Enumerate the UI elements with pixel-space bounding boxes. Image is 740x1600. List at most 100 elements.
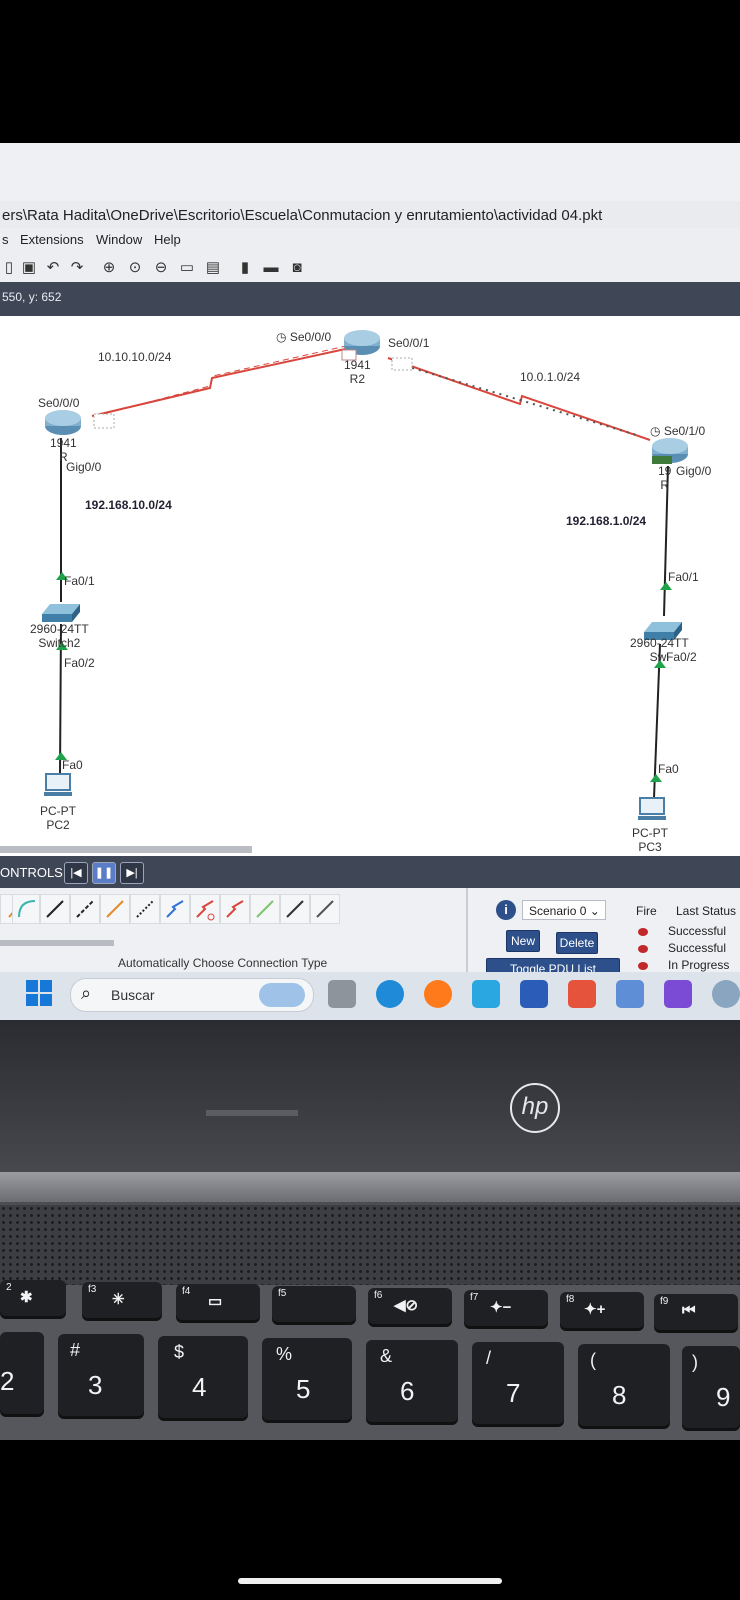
logical-workspace[interactable]: 10.10.10.0/24 10.0.1.0/24 192.168.10.0/2… (0, 316, 740, 856)
settings-gear-icon[interactable] (712, 980, 740, 1008)
port-label-r3-se010: ◷ Se0/1/0 (650, 424, 706, 438)
router-r3-label[interactable]: 19 R (658, 464, 671, 492)
key-f9: f9 ⏮ (654, 1294, 738, 1330)
connection-scrollbar[interactable] (0, 940, 114, 946)
phone-bottom-margin (0, 1440, 740, 1600)
pdu-icon[interactable]: ▬ (262, 259, 280, 277)
custom-device-icon[interactable]: ▤ (204, 259, 222, 277)
display-app-icon[interactable] (472, 980, 500, 1008)
redo-icon[interactable]: ↷ (68, 259, 86, 277)
pdu-row[interactable]: Successful (628, 924, 740, 940)
port-label-sw3-fa01: Fa0/1 (668, 570, 699, 584)
port-label-r2-se001: Se0/0/1 (388, 336, 430, 350)
home-indicator[interactable] (238, 1578, 502, 1584)
undo-icon[interactable]: ↶ (44, 259, 62, 277)
menu-item-window[interactable]: Window (96, 232, 142, 247)
zoom-out-icon[interactable]: ⊖ (152, 259, 170, 277)
key-f4: f4 ▭ (176, 1284, 260, 1320)
menu-item-help[interactable]: Help (154, 232, 181, 247)
window-title-bar: ers\Rata Hadita\OneDrive\Escritorio\Escu… (0, 201, 740, 231)
packet-tracer-icon[interactable] (616, 980, 644, 1008)
scenario-select[interactable]: Scenario 0 ⌄ (522, 900, 606, 920)
new-scenario-button[interactable]: New (506, 930, 540, 952)
port-label-sw3-fa02: Fa0/2 (666, 650, 697, 664)
connection-type-status: Automatically Choose Connection Type (118, 956, 328, 970)
pc3-label[interactable]: PC-PT PC3 (632, 826, 668, 854)
edge-browser-icon[interactable] (376, 980, 404, 1008)
switch2-icon (42, 604, 80, 622)
pdu-envelope-r1 (93, 413, 115, 429)
step-forward-icon: ▶| (126, 867, 138, 879)
print-icon[interactable]: ▯ (0, 259, 18, 277)
key-4: $4 (158, 1336, 248, 1418)
network-label-10-10-10: 10.10.10.0/24 (98, 350, 172, 364)
fire-indicator-icon (638, 945, 648, 953)
search-highlight-image (259, 983, 305, 1007)
menu-item-truncated[interactable]: s (2, 232, 9, 247)
connection-iot-icon[interactable] (280, 894, 310, 924)
port-label-pc2-fa0: Fa0 (62, 758, 83, 772)
key-f5: f5 (272, 1286, 356, 1322)
connection-octal-icon[interactable] (250, 894, 280, 924)
drawing-palette-icon[interactable]: ▭ (178, 259, 196, 277)
connection-types (0, 894, 465, 930)
pdu-envelope-r2 (391, 357, 413, 371)
connection-serial-dce-icon[interactable] (190, 894, 220, 924)
key-8: (8 (578, 1344, 670, 1426)
connection-phone-icon[interactable] (130, 894, 160, 924)
info-icon[interactable]: i (496, 900, 516, 920)
key-3: #3 (58, 1334, 144, 1416)
main-toolbar: ▯ ▣ ↶ ↷ ⊕ ⊙ ⊖ ▭ ▤ ▮ ▬ ◙ (0, 253, 740, 283)
step-back-button[interactable]: |◀ (64, 862, 88, 884)
port-label-r1-se000: Se0/0/0 (38, 396, 80, 410)
chevron-down-icon: ⌄ (589, 904, 600, 918)
pause-button[interactable]: ❚❚ (92, 862, 116, 884)
port-label-r3-gig00: Gig0/0 (676, 464, 712, 478)
connection-usb-icon[interactable] (310, 894, 340, 924)
view-icon[interactable]: ▮ (236, 259, 254, 277)
visual-studio-icon[interactable] (664, 980, 692, 1008)
pause-icon: ❚❚ (94, 867, 114, 879)
clock-icon: ◷ (650, 424, 664, 438)
pc2-label[interactable]: PC-PT PC2 (40, 804, 76, 832)
router-r2-label[interactable]: 1941 R2 (344, 358, 371, 386)
activity-wizard-icon[interactable]: ▣ (20, 259, 38, 277)
horizontal-scrollbar[interactable] (0, 846, 252, 853)
connection-crossover-icon[interactable] (70, 894, 100, 924)
switch2-label[interactable]: 2960-24TT Switch2 (30, 622, 89, 650)
pc3-icon (638, 797, 666, 820)
pdu-row[interactable]: Successful (628, 941, 740, 957)
last-status-column-header: Last Status (676, 904, 737, 918)
hp-logo: hp (510, 1083, 560, 1133)
step-forward-button[interactable]: ▶| (120, 862, 144, 884)
router-r1-icon (45, 410, 81, 435)
key-2: 2 (0, 1332, 44, 1414)
network-info-icon[interactable]: ◙ (288, 259, 306, 277)
taskbar-search[interactable]: ⌕ Buscar (70, 978, 314, 1012)
simulation-controls-bar: ONTROLS: |◀ ❚❚ ▶| (0, 856, 740, 888)
hinge (0, 1172, 740, 1202)
windows-start-icon[interactable] (26, 980, 54, 1008)
key-f7: f7 ✦− (464, 1290, 548, 1326)
connection-coaxial-icon[interactable] (160, 894, 190, 924)
connection-straight-icon[interactable] (40, 894, 70, 924)
task-view-icon[interactable] (328, 980, 356, 1008)
connection-console-icon[interactable] (12, 894, 40, 924)
search-placeholder: Buscar (111, 987, 155, 1003)
network-label-lan-left: 192.168.10.0/24 (85, 498, 172, 512)
network-label-10-0-1: 10.0.1.0/24 (520, 370, 581, 384)
word-icon[interactable] (520, 980, 548, 1008)
menu-item-extensions[interactable]: Extensions (20, 232, 84, 247)
port-label-sw2-fa02: Fa0/2 (64, 656, 95, 670)
port-label-sw2-fa01: Fa0/1 (64, 574, 95, 588)
connection-serial-dte-icon[interactable] (220, 894, 250, 924)
zoom-in-icon[interactable]: ⊕ (100, 259, 118, 277)
firefox-icon[interactable] (424, 980, 452, 1008)
delete-scenario-button[interactable]: Delete (556, 932, 598, 954)
connection-fiber-icon[interactable] (100, 894, 130, 924)
zoom-reset-icon[interactable]: ⊙ (126, 259, 144, 277)
ccleaner-icon[interactable] (568, 980, 596, 1008)
key-f8: f8 ✦+ (560, 1292, 644, 1328)
step-back-icon: |◀ (70, 867, 82, 879)
pc2-icon (44, 773, 72, 796)
